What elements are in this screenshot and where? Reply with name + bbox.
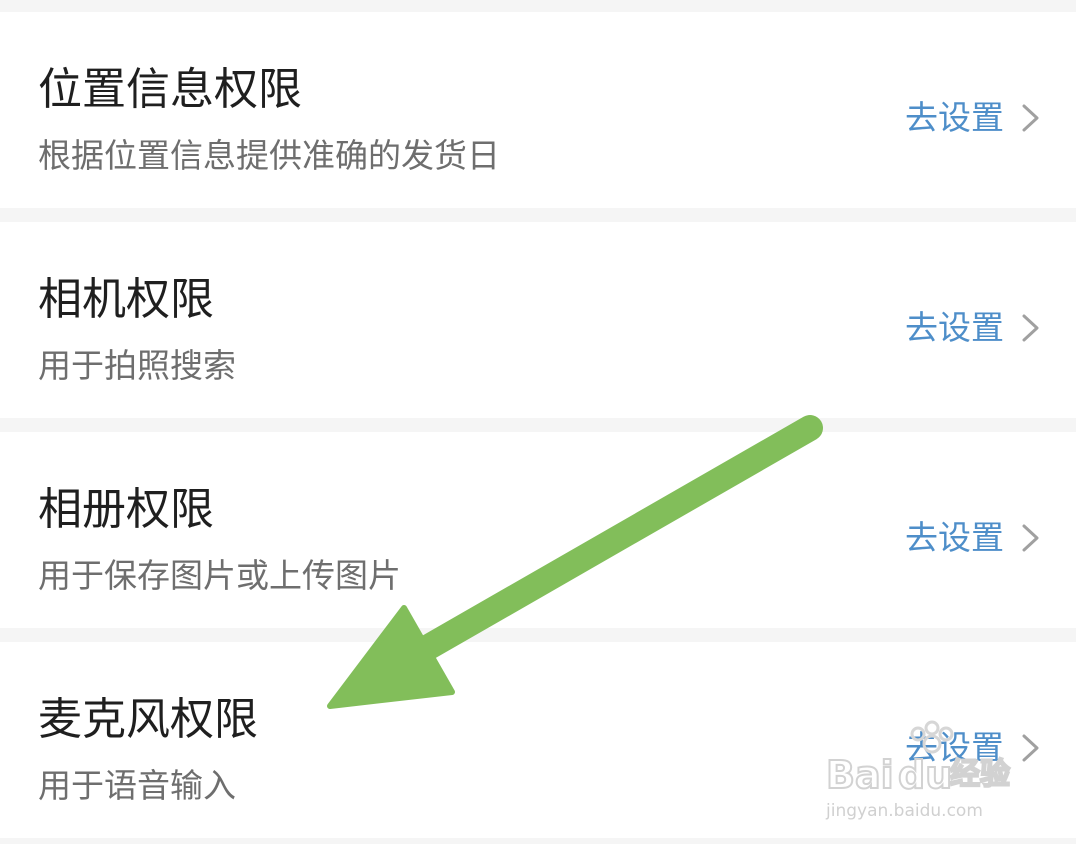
chevron-right-icon <box>1020 313 1042 343</box>
go-settings-button[interactable]: 去设置 <box>905 724 1042 772</box>
go-settings-label: 去设置 <box>905 308 1004 347</box>
permission-description: 根据位置信息提供准确的发货日 <box>38 136 500 175</box>
chevron-right-icon <box>1020 733 1042 763</box>
go-settings-label: 去设置 <box>905 728 1004 767</box>
chevron-right-icon <box>1020 103 1042 133</box>
permission-row-camera[interactable]: 相机权限 用于拍照搜索 去设置 <box>0 222 1076 418</box>
permission-row-location[interactable]: 位置信息权限 根据位置信息提供准确的发货日 去设置 <box>0 12 1076 208</box>
go-settings-label: 去设置 <box>905 98 1004 137</box>
permission-title: 相机权限 <box>38 274 214 325</box>
permission-title: 位置信息权限 <box>38 64 302 115</box>
go-settings-label: 去设置 <box>905 518 1004 557</box>
permission-description: 用于语音输入 <box>38 766 236 805</box>
permission-title: 相册权限 <box>38 484 214 535</box>
permission-description: 用于拍照搜索 <box>38 346 236 385</box>
permission-title: 麦克风权限 <box>38 694 258 745</box>
permission-row-album[interactable]: 相册权限 用于保存图片或上传图片 去设置 <box>0 432 1076 628</box>
permission-row-microphone[interactable]: 麦克风权限 用于语音输入 去设置 <box>0 642 1076 838</box>
go-settings-button[interactable]: 去设置 <box>905 94 1042 142</box>
permission-list: 位置信息权限 根据位置信息提供准确的发货日 去设置 相机权限 用于拍照搜索 去设… <box>0 0 1076 844</box>
go-settings-button[interactable]: 去设置 <box>905 304 1042 352</box>
chevron-right-icon <box>1020 523 1042 553</box>
go-settings-button[interactable]: 去设置 <box>905 514 1042 562</box>
permission-description: 用于保存图片或上传图片 <box>38 556 401 595</box>
